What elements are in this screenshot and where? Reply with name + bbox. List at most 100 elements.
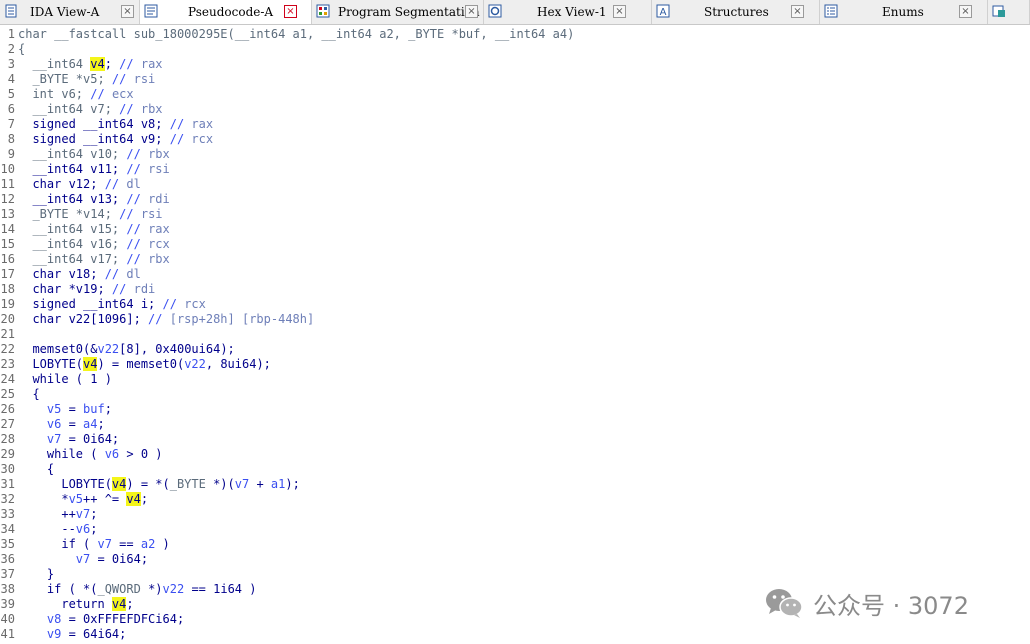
highlighted-token[interactable]: v4 bbox=[126, 492, 141, 506]
line-number: 30 bbox=[0, 462, 15, 476]
close-icon[interactable]: × bbox=[959, 5, 972, 18]
code-text: while ( v6 > 0 ) bbox=[18, 447, 163, 462]
line-number: 25 bbox=[0, 387, 15, 401]
code-token[interactable]: v7 bbox=[18, 432, 61, 446]
code-text: __int64 v4; // rax bbox=[18, 57, 163, 72]
code-token[interactable]: v5 bbox=[18, 402, 61, 416]
code-token[interactable]: v6 bbox=[76, 522, 90, 536]
code-token: LOBYTE( bbox=[18, 477, 112, 491]
tab-label: Structures bbox=[704, 5, 769, 19]
code-token[interactable]: v6 bbox=[105, 447, 119, 461]
code-text: LOBYTE(v4) = memset0(v22, 8ui64); bbox=[18, 357, 271, 372]
tab-program-segmentation[interactable]: Program Segmentation × bbox=[312, 0, 484, 24]
tab-structures[interactable]: A Structures × bbox=[652, 0, 820, 24]
code-token[interactable]: v7 bbox=[18, 552, 90, 566]
code-token[interactable]: a4 bbox=[83, 417, 97, 431]
code-token[interactable]: v8 bbox=[18, 612, 61, 626]
line-number: 15 bbox=[0, 237, 15, 251]
pseudocode-editor[interactable]: 1 char __fastcall sub_18000295E(__int64 a… bbox=[0, 25, 1030, 644]
code-token: rdi bbox=[133, 282, 156, 296]
close-icon[interactable]: × bbox=[465, 5, 478, 18]
code-token: // bbox=[90, 87, 112, 101]
line-number: 9 bbox=[7, 147, 15, 161]
code-token: // bbox=[119, 102, 141, 116]
code-token: _BYTE *v5; bbox=[18, 72, 112, 86]
line-number: 11 bbox=[0, 177, 15, 191]
code-token[interactable]: v9 bbox=[18, 627, 61, 641]
code-token[interactable]: v7 bbox=[76, 507, 90, 521]
tab-ida-view-a[interactable]: IDA View-A × bbox=[0, 0, 140, 24]
highlighted-token[interactable]: v4 bbox=[111, 597, 127, 611]
code-token: > 0 ) bbox=[119, 447, 163, 461]
line-number: 13 bbox=[0, 207, 15, 221]
code-text: { bbox=[18, 462, 54, 477]
code-text: _BYTE *v5; // rsi bbox=[18, 72, 155, 87]
code-token: rsi bbox=[133, 72, 156, 86]
close-icon[interactable]: × bbox=[791, 5, 804, 18]
line-number: 29 bbox=[0, 447, 15, 461]
code-token[interactable]: v6 bbox=[18, 417, 61, 431]
code-token[interactable]: v5 bbox=[69, 492, 83, 506]
line-number: 27 bbox=[0, 417, 15, 431]
tab-enums[interactable]: Enums × bbox=[820, 0, 988, 24]
wechat-icon bbox=[765, 587, 803, 619]
tab-label: Program Segmentation bbox=[338, 5, 480, 19]
code-token: rbx bbox=[140, 102, 163, 116]
line-number: 12 bbox=[0, 192, 15, 206]
tab-pseudocode-a[interactable]: Pseudocode-A × bbox=[140, 0, 312, 24]
code-token: LOBYTE( bbox=[18, 357, 84, 371]
close-icon[interactable]: × bbox=[284, 5, 297, 18]
code-token: // bbox=[126, 252, 149, 266]
code-text: int v6; // ecx bbox=[18, 87, 134, 102]
code-text: _BYTE *v14; // rsi bbox=[18, 207, 162, 222]
code-token: __int64 v13; bbox=[18, 192, 127, 206]
code-token: // bbox=[119, 207, 141, 221]
code-token: // bbox=[169, 132, 192, 146]
code-text: return v4; bbox=[18, 597, 134, 612]
tab-imports[interactable] bbox=[988, 0, 1030, 24]
code-token: rbx bbox=[148, 147, 170, 161]
close-icon[interactable]: × bbox=[121, 5, 134, 18]
code-text: --v6; bbox=[18, 522, 97, 537]
code-text: __int64 v10; // rbx bbox=[18, 147, 170, 162]
code-text: LOBYTE(v4) = *(_BYTE *)(v7 + a1); bbox=[18, 477, 300, 492]
code-token: = 64i64; bbox=[61, 627, 127, 641]
code-text: } bbox=[18, 567, 54, 582]
code-token[interactable]: a2 bbox=[141, 537, 155, 551]
code-text: v8 = 0xFFFEFDFCi64; bbox=[18, 612, 184, 627]
code-token: rdi bbox=[148, 192, 170, 206]
code-token[interactable]: v22 bbox=[184, 357, 206, 371]
code-text: v9 = 64i64; bbox=[18, 627, 127, 642]
line-number: 6 bbox=[7, 102, 15, 116]
line-number: 17 bbox=[0, 267, 15, 281]
line-number: 37 bbox=[0, 567, 15, 581]
code-token[interactable]: a1 bbox=[271, 477, 285, 491]
code-token: *)( bbox=[205, 477, 235, 491]
code-token: char v12; bbox=[18, 177, 105, 191]
code-token: == 1i64 ) bbox=[184, 582, 257, 596]
code-token: if ( *( bbox=[18, 582, 98, 596]
close-icon[interactable]: × bbox=[613, 5, 626, 18]
code-token[interactable]: v7 bbox=[235, 477, 249, 491]
code-token[interactable]: v22 bbox=[163, 582, 185, 596]
code-token: char *v19; bbox=[18, 282, 112, 296]
code-text: *v5++ ^= v4; bbox=[18, 492, 148, 507]
code-token: // bbox=[111, 72, 134, 86]
code-token[interactable]: v22 bbox=[97, 342, 119, 356]
code-token[interactable]: buf bbox=[83, 402, 105, 416]
code-token: if ( bbox=[18, 537, 98, 551]
code-token: ) = *( bbox=[126, 477, 170, 491]
code-text: signed __int64 v9; // rcx bbox=[18, 132, 213, 147]
highlighted-token[interactable]: v4 bbox=[111, 477, 127, 491]
code-text: char v12; // dl bbox=[18, 177, 140, 192]
code-token: ) = memset0( bbox=[97, 357, 185, 371]
code-token: while ( 1 ) bbox=[18, 372, 112, 386]
tab-hex-view-1[interactable]: Hex View-1 × bbox=[484, 0, 652, 24]
code-token: ecx bbox=[111, 87, 134, 101]
highlighted-token[interactable]: v4 bbox=[83, 357, 98, 371]
code-token: while ( bbox=[18, 447, 105, 461]
watermark: 公众号 · 3072 bbox=[765, 585, 969, 621]
highlighted-token[interactable]: v4 bbox=[90, 57, 105, 71]
code-text: while ( 1 ) bbox=[18, 372, 112, 387]
code-token[interactable]: v7 bbox=[97, 537, 111, 551]
